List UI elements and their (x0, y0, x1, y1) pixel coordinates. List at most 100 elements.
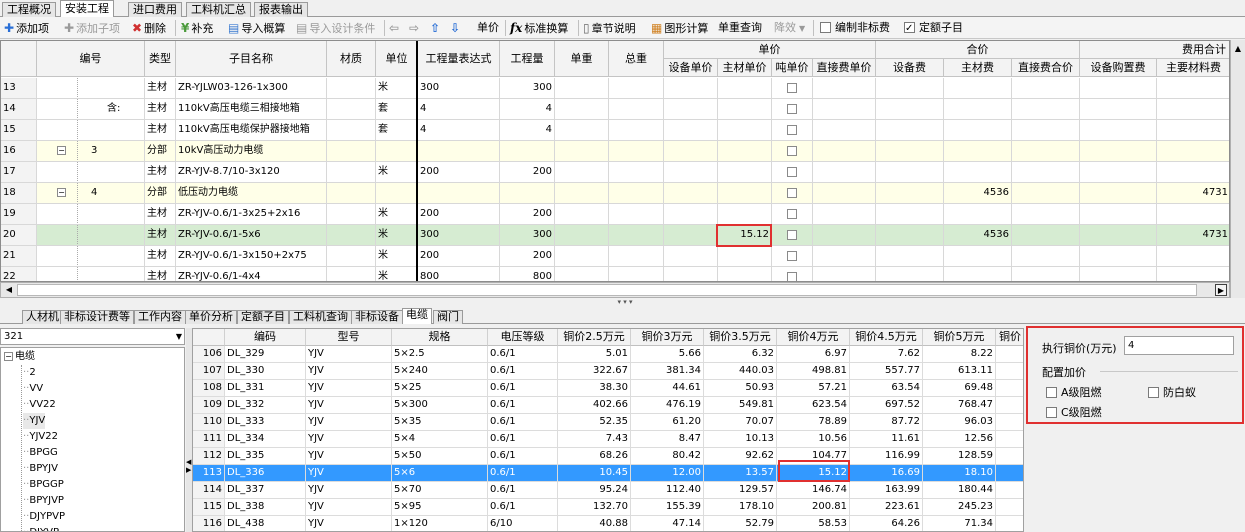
cell-unit[interactable]: 米 (376, 204, 418, 225)
cell-total-weight[interactable] (609, 141, 664, 162)
price-cell-p25[interactable]: 68.26 (558, 448, 631, 465)
price-cell-extra[interactable] (996, 516, 1023, 531)
cell-equip-fee[interactable] (876, 141, 944, 162)
cell-ton-unit-price[interactable] (772, 267, 813, 281)
cell-type[interactable]: 主材 (145, 99, 176, 120)
tree-root-cable[interactable]: − 电缆 (4, 349, 35, 365)
price-cell-model[interactable]: YJV (306, 380, 392, 397)
price-row[interactable]: 111 DL_334 YJV 5×4 0.6/1 7.43 8.47 10.13 10.56 11… (193, 431, 1023, 448)
price-cell-p50[interactable]: 12.56 (923, 431, 996, 448)
cell-equip-unit-price[interactable] (664, 246, 718, 267)
splitter-chevron-icon[interactable]: ▾ ▾ ▾ (600, 299, 650, 306)
cell-expression[interactable]: 300 (418, 78, 500, 99)
cell-equip-unit-price[interactable] (664, 225, 718, 246)
price-cell-p45[interactable]: 223.61 (850, 499, 923, 516)
cell-equip-purchase[interactable] (1080, 120, 1157, 141)
cell-direct-fee-total[interactable] (1012, 99, 1080, 120)
cell-unit-weight[interactable] (555, 204, 609, 225)
tree-item[interactable]: ··2 (23, 365, 36, 381)
cell-equip-purchase[interactable] (1080, 162, 1157, 183)
cell-direct-fee-unit[interactable] (813, 204, 876, 225)
price-cell-p30[interactable]: 5.66 (631, 346, 704, 363)
price-cell-p50[interactable]: 613.11 (923, 363, 996, 380)
cell-total-weight[interactable] (609, 204, 664, 225)
tab-install-project[interactable]: 安装工程 (60, 0, 114, 17)
price-cell-p25[interactable]: 10.45 (558, 465, 631, 482)
cell-ton-unit-price[interactable] (772, 120, 813, 141)
cell-main-material-cost[interactable] (1157, 99, 1229, 120)
grid-row[interactable]: 22 主材 ZR-YJV-0.6/1-4x4 米 800 800 (1, 267, 1229, 281)
cell-type[interactable]: 分部 (145, 141, 176, 162)
cell-direct-fee-total[interactable] (1012, 78, 1080, 99)
cell-total-weight[interactable] (609, 225, 664, 246)
price-cell-p25[interactable]: 402.66 (558, 397, 631, 414)
price-cell-p30[interactable]: 12.00 (631, 465, 704, 482)
cell-direct-fee-total[interactable] (1012, 225, 1080, 246)
cell-unit[interactable] (376, 141, 418, 162)
cell-type[interactable]: 主材 (145, 120, 176, 141)
ton-price-checkbox[interactable] (787, 167, 797, 177)
cell-quantity[interactable]: 4 (500, 120, 555, 141)
tab-work-content[interactable]: 工作内容 (134, 310, 186, 324)
standard-convert-button[interactable]: fx 标准换算 (510, 19, 568, 37)
collapse-icon[interactable]: − (57, 146, 66, 155)
cell-name[interactable]: ZR-YJV-0.6/1-5x6 (176, 225, 327, 246)
cell-ton-unit-price[interactable] (772, 78, 813, 99)
grid-row[interactable]: 21 主材 ZR-YJV-0.6/1-3x150+2x75 米 200 200 (1, 246, 1229, 267)
price-cell-p50[interactable]: 18.10 (923, 465, 996, 482)
cell-direct-fee-total[interactable] (1012, 246, 1080, 267)
price-header-voltage[interactable]: 电压等级 (488, 329, 558, 346)
cell-direct-fee-unit[interactable] (813, 225, 876, 246)
cell-name[interactable]: ZR-YJV-8.7/10-3x120 (176, 162, 327, 183)
add-item-button[interactable]: ✚ 添加项 (4, 19, 49, 37)
cell-quantity[interactable]: 300 (500, 78, 555, 99)
header-ton-unit-price[interactable]: 吨单价 (772, 59, 813, 77)
cell-code[interactable] (37, 246, 145, 267)
price-cell-spec[interactable]: 5×35 (392, 414, 488, 431)
ton-price-checkbox[interactable] (787, 104, 797, 114)
tree-item[interactable]: ··YJV (23, 413, 46, 429)
price-cell-p45[interactable]: 116.99 (850, 448, 923, 465)
cell-direct-fee-total[interactable] (1012, 183, 1080, 204)
price-header-copper-2-5w[interactable]: 铜价2.5万元 (558, 329, 631, 346)
cell-main-material-unit-price[interactable] (718, 120, 772, 141)
price-cell-volt[interactable]: 0.6/1 (488, 482, 558, 499)
cell-total-weight[interactable] (609, 99, 664, 120)
price-cell-spec[interactable]: 5×70 (392, 482, 488, 499)
coefficient-dropdown[interactable]: 降效 ▼ (774, 19, 805, 37)
price-cell-p35[interactable]: 10.13 (704, 431, 777, 448)
cell-name[interactable]: 低压动力电缆 (176, 183, 327, 204)
cell-equip-purchase[interactable] (1080, 225, 1157, 246)
unit-weight-query-button[interactable]: 单重查询 (718, 19, 762, 37)
price-cell-p50[interactable]: 245.23 (923, 499, 996, 516)
move-up-button[interactable]: ⇧ (430, 19, 442, 37)
cell-main-material-unit-price[interactable] (718, 162, 772, 183)
price-cell-p45[interactable]: 63.54 (850, 380, 923, 397)
price-cell-p35[interactable]: 52.79 (704, 516, 777, 531)
tree-item[interactable]: ··DJYVP (23, 525, 59, 531)
cell-direct-fee-unit[interactable] (813, 162, 876, 183)
cell-direct-fee-total[interactable] (1012, 162, 1080, 183)
scroll-up-icon[interactable]: ▲ (1232, 42, 1244, 56)
price-cell-p50[interactable]: 96.03 (923, 414, 996, 431)
price-cell-extra[interactable] (996, 482, 1023, 499)
grid-row[interactable]: 16−3 分部 10kV高压动力电缆 (1, 141, 1229, 162)
price-row[interactable]: 112 DL_335 YJV 5×50 0.6/1 68.26 80.42 92.62 104.… (193, 448, 1023, 465)
cell-equip-unit-price[interactable] (664, 267, 718, 281)
price-cell-p35[interactable]: 50.93 (704, 380, 777, 397)
cell-main-material-fee[interactable]: 4536 (944, 183, 1012, 204)
ton-price-checkbox[interactable] (787, 251, 797, 261)
price-cell-p40[interactable]: 623.54 (777, 397, 850, 414)
price-cell-p45[interactable]: 87.72 (850, 414, 923, 431)
header-main-material-unit-price[interactable]: 主材单价 (718, 59, 772, 77)
add-subitem-button[interactable]: ✚ 添加子项 (64, 19, 120, 37)
cell-unit[interactable]: 米 (376, 78, 418, 99)
grid-row[interactable]: 13 主材 ZR-YJLW03-126-1x300 米 300 300 (1, 78, 1229, 99)
cell-total-weight[interactable] (609, 246, 664, 267)
cell-unit[interactable]: 套 (376, 99, 418, 120)
price-cell-code[interactable]: DL_329 (225, 346, 306, 363)
price-cell-model[interactable]: YJV (306, 431, 392, 448)
cell-main-material-cost[interactable] (1157, 141, 1229, 162)
supplement-button[interactable]: ¥ 补充 (181, 19, 213, 37)
tab-nonstandard-design-fee[interactable]: 非标设计费等 (60, 310, 134, 324)
